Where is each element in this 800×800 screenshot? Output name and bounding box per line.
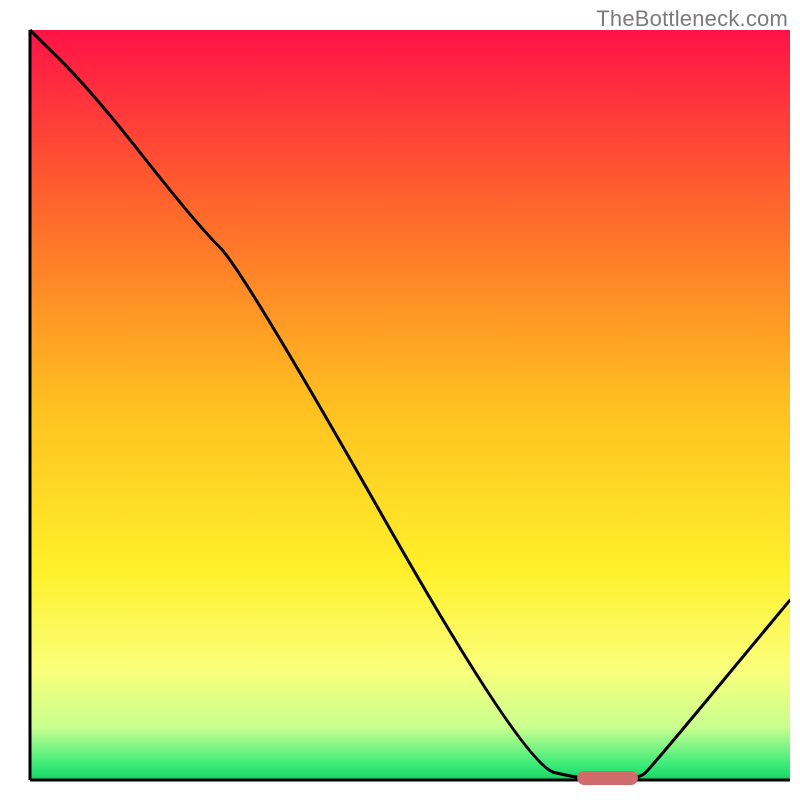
optimal-range-marker xyxy=(577,771,638,785)
watermark-text: TheBottleneck.com xyxy=(596,6,788,32)
chart-container: TheBottleneck.com xyxy=(0,0,800,800)
bottleneck-chart xyxy=(0,0,800,800)
plot-background xyxy=(30,30,790,780)
